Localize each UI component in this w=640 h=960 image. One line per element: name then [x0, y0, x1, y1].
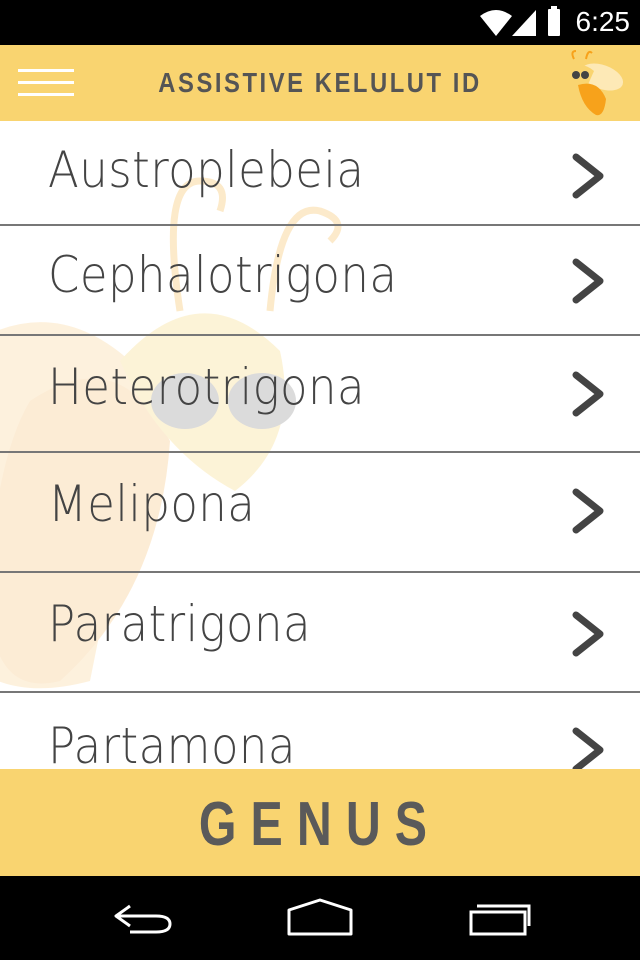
chevron-right-icon	[572, 153, 604, 199]
list-item-label: Partamona	[48, 717, 296, 769]
recent-apps-icon[interactable]	[465, 896, 535, 940]
chevron-right-icon	[572, 488, 604, 534]
list-item-heterotrigona[interactable]: Heterotrigona	[0, 336, 640, 453]
list-item-paratrigona[interactable]: Paratrigona	[0, 573, 640, 693]
list-item-label: Heterotrigona	[48, 358, 366, 416]
status-bar: 6:25	[0, 0, 640, 45]
genus-list[interactable]: Austroplebeia Cephalotrigona Heterotrigo…	[0, 121, 640, 769]
system-nav-bar	[0, 876, 640, 960]
bee-logo-icon	[566, 50, 624, 116]
list-item-label: Austroplebeia	[48, 141, 365, 199]
list-item-label: Paratrigona	[48, 595, 311, 653]
list-item-label: Cephalotrigona	[48, 246, 398, 304]
section-footer: GENUS	[0, 769, 640, 876]
chevron-right-icon	[572, 371, 604, 417]
back-icon[interactable]	[108, 896, 178, 940]
wifi-icon	[480, 10, 512, 36]
list-item-label: Melipona	[48, 475, 256, 533]
list-item-austroplebeia[interactable]: Austroplebeia	[0, 121, 640, 226]
chevron-right-icon	[572, 727, 604, 769]
home-icon[interactable]	[285, 896, 355, 940]
status-time: 6:25	[575, 6, 631, 37]
app-header: ASSISTIVE KELULUT ID	[0, 45, 640, 121]
chevron-right-icon	[572, 258, 604, 304]
chevron-right-icon	[572, 611, 604, 657]
battery-icon	[548, 6, 560, 36]
status-icons	[480, 6, 560, 36]
list-item-melipona[interactable]: Melipona	[0, 453, 640, 573]
app-title: ASSISTIVE KELULUT ID	[158, 67, 482, 98]
signal-icon	[512, 10, 536, 36]
list-item-partamona[interactable]: Partamona	[0, 693, 640, 769]
list-item-cephalotrigona[interactable]: Cephalotrigona	[0, 226, 640, 336]
section-label: GENUS	[198, 790, 442, 859]
